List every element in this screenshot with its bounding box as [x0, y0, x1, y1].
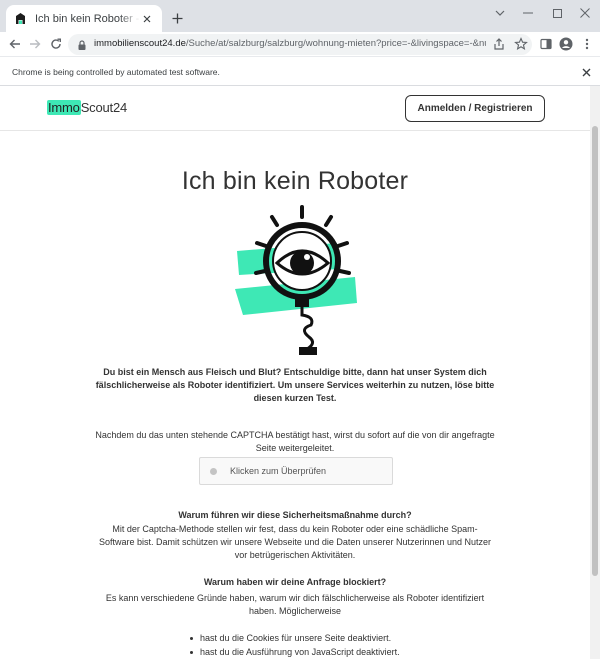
captcha-verify-button[interactable]: Klicken zum Überprüfen	[199, 457, 393, 485]
lock-icon[interactable]	[76, 38, 88, 50]
tab-title: Ich bin kein Roboter - ImmobilienScout24	[35, 12, 140, 25]
reason-text: hast du die Cookies für unsere Seite dea…	[200, 633, 392, 643]
plus-icon[interactable]	[168, 9, 186, 27]
bullet-icon	[190, 636, 193, 640]
magnifier-eye-icon	[225, 203, 365, 363]
bullet-icon	[190, 650, 193, 654]
close-icon[interactable]	[140, 12, 154, 26]
kebab-menu-icon[interactable]	[578, 35, 596, 53]
profile-icon[interactable]	[557, 35, 575, 53]
intro-text: Du bist ein Mensch aus Fleisch und Blut?…	[95, 367, 495, 403]
star-icon[interactable]	[514, 37, 528, 51]
forward-arrow-icon[interactable]	[26, 35, 44, 53]
page-title: Ich bin kein Roboter	[181, 167, 409, 195]
captcha-info-text: Nachdem du das unten stehende CAPTCHA be…	[95, 430, 495, 453]
reload-icon[interactable]	[47, 35, 65, 53]
minimize-icon[interactable]	[514, 4, 542, 22]
chevron-down-icon[interactable]	[486, 4, 514, 22]
logo-highlight-text: Immo	[47, 100, 81, 115]
block-reasons-list: hast du die Cookies für unsere Seite dea…	[190, 631, 490, 659]
maximize-icon[interactable]	[543, 4, 571, 22]
list-item: hast du die Ausführung von JavaScript de…	[190, 645, 490, 659]
browser-tab[interactable]: Ich bin kein Roboter - ImmobilienScout24	[6, 5, 162, 32]
window-close-icon[interactable]	[571, 4, 599, 22]
immoscout-logo[interactable]: Immo Scout24	[47, 100, 127, 115]
page-scrollbar[interactable]	[590, 86, 600, 659]
side-panel-icon[interactable]	[537, 35, 555, 53]
infobar-message: Chrome is being controlled by automated …	[12, 67, 220, 77]
faq-answer-why-blocked: Es kann verschiedene Gründe haben, warum…	[105, 593, 485, 616]
site-favicon-icon	[14, 12, 27, 25]
address-bar[interactable]: immobilienscout24.de/Suche/at/salzburg/s…	[68, 34, 532, 55]
faq-answer-why-security: Mit der Captcha-Methode stellen wir fest…	[98, 524, 492, 560]
logo-text: Scout24	[80, 100, 128, 115]
browser-toolbar: immobilienscout24.de/Suche/at/salzburg/s…	[0, 32, 600, 56]
login-register-button[interactable]: Anmelden / Registrieren	[405, 95, 545, 122]
faq-question-why-blocked: Warum haben wir deine Anfrage blockiert?	[203, 577, 387, 587]
automation-infobar: Chrome is being controlled by automated …	[0, 56, 600, 86]
reason-text: hast du die Ausführung von JavaScript de…	[200, 647, 400, 657]
captcha-label: Klicken zum Überprüfen	[230, 466, 327, 476]
list-item: hast du die Cookies für unsere Seite dea…	[190, 631, 490, 645]
share-icon[interactable]	[492, 37, 506, 51]
url-domain: immobilienscout24.de	[94, 38, 186, 49]
page-content: Immo Scout24 Anmelden / Registrieren Ich …	[0, 86, 590, 659]
tab-strip: Ich bin kein Roboter - ImmobilienScout24	[0, 0, 600, 32]
scrollbar-thumb[interactable]	[592, 126, 598, 576]
url-path: /Suche/at/salzburg/salzburg/wohnung-miet…	[185, 38, 486, 49]
faq-question-why-security: Warum führen wir diese Sicherheitsmaßnah…	[178, 510, 412, 520]
close-icon[interactable]	[580, 66, 592, 78]
captcha-status-icon	[210, 467, 217, 475]
url-text[interactable]: immobilienscout24.de/Suche/at/salzburg/s…	[94, 38, 486, 49]
site-header: Immo Scout24 Anmelden / Registrieren	[0, 86, 590, 131]
back-arrow-icon[interactable]	[6, 35, 24, 53]
